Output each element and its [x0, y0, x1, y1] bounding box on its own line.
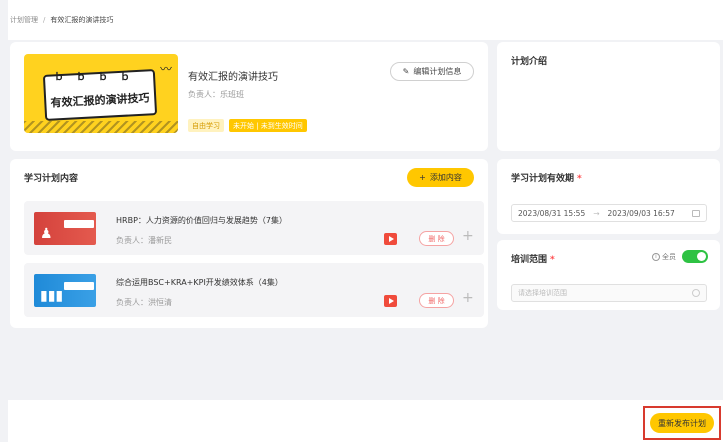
required-mark: * — [577, 174, 582, 184]
tag-learning-mode: 自由学习 — [188, 119, 224, 132]
plan-intro-card: 计划介绍 — [497, 42, 720, 151]
republish-plan-button-highlight[interactable]: 重新发布计划 — [643, 406, 721, 440]
validity-card: 学习计划有效期 * 2023/08/31 15:55 → 2023/09/03 1… — [497, 159, 720, 234]
scope-placeholder: 请选择培训范围 — [518, 289, 567, 297]
cover-rings-icon: ｂｂｂｂ — [54, 72, 142, 83]
calendar-icon — [692, 209, 700, 217]
delete-course-button[interactable]: 删 除 — [419, 231, 454, 246]
delete-course-button[interactable]: 删 除 — [419, 293, 454, 308]
breadcrumb-parent[interactable]: 计划管理 — [10, 15, 38, 25]
course-owner: 负责人：洪恒清 — [116, 298, 172, 307]
intro-title: 计划介绍 — [511, 57, 548, 67]
video-icon — [384, 295, 397, 307]
range-arrow: → — [593, 208, 600, 218]
edit-plan-button[interactable]: ✎ 编辑计划信息 — [390, 62, 474, 81]
all-staff-label: i 全员 — [652, 252, 676, 262]
plan-info-card: 〰 ｂｂｂｂ 有效汇报的演讲技巧 有效汇报的演讲技巧 负责人：乐班班 自由学习 … — [10, 42, 488, 151]
scope-title: 培训范围 * — [511, 252, 555, 265]
end-date: 2023/09/03 16:57 — [607, 208, 675, 218]
plan-title: 有效汇报的演讲技巧 — [188, 72, 278, 83]
scope-card: 培训范围 * i 全员 请选择培训范围 — [497, 240, 720, 310]
tag-status: 未开始 | 未到生效时间 — [229, 119, 307, 132]
edit-icon: ✎ — [402, 67, 410, 76]
course-name[interactable]: HRBP：人力资源的价值回归与发展趋势（7集） — [116, 215, 287, 226]
plan-cover-image: 〰 ｂｂｂｂ 有效汇报的演讲技巧 — [24, 54, 178, 133]
bar-chart-icon: ▮▮▮ — [40, 288, 64, 304]
wave-icon: 〰 — [159, 62, 172, 76]
plus-icon[interactable]: + — [462, 290, 474, 306]
republish-plan-button[interactable]: 重新发布计划 — [650, 413, 714, 433]
course-owner: 负责人：潘新民 — [116, 236, 172, 245]
clear-icon — [692, 289, 700, 297]
presenter-figure-icon: ♟ — [40, 226, 53, 242]
plus-icon[interactable]: + — [462, 228, 474, 244]
plan-owner: 负责人：乐班班 — [188, 90, 244, 99]
plan-content-card: 学习计划内容 + 添加内容 ♟ HRBP：人力资源的价值回归与发展趋势（7集） … — [10, 159, 488, 328]
course-item[interactable]: ▮▮▮ 综合运用BSC+KRA+KPI开发绩效体系（4集） 负责人：洪恒清 删 … — [24, 263, 484, 317]
thumb-label-block — [64, 220, 94, 228]
thumb-label-block — [64, 282, 94, 290]
content-title: 学习计划内容 — [24, 174, 79, 184]
all-staff-text: 全员 — [662, 253, 676, 261]
add-content-label: 添加内容 — [429, 173, 462, 182]
all-staff-toggle[interactable] — [682, 250, 708, 263]
course-thumbnail: ♟ — [34, 212, 96, 245]
scope-title-text: 培训范围 — [511, 255, 548, 265]
breadcrumb-separator: / — [43, 16, 46, 24]
validity-title-text: 学习计划有效期 — [511, 174, 575, 184]
start-date: 2023/08/31 15:55 — [518, 208, 586, 218]
footer-bar — [8, 400, 723, 442]
cover-stripes — [24, 121, 178, 133]
add-content-button[interactable]: + 添加内容 — [407, 168, 474, 187]
required-mark: * — [550, 255, 555, 265]
breadcrumb: 计划管理 / 有效汇报的演讲技巧 — [8, 0, 723, 40]
date-range-picker[interactable]: 2023/08/31 15:55 → 2023/09/03 16:57 — [511, 204, 707, 222]
video-icon — [384, 233, 397, 245]
course-item[interactable]: ♟ HRBP：人力资源的价值回归与发展趋势（7集） 负责人：潘新民 删 除 + — [24, 201, 484, 255]
plus-icon: + — [419, 173, 426, 182]
edit-plan-label: 编辑计划信息 — [413, 67, 462, 76]
course-thumbnail: ▮▮▮ — [34, 274, 96, 307]
course-name[interactable]: 综合运用BSC+KRA+KPI开发绩效体系（4集） — [116, 277, 283, 288]
info-icon: i — [652, 253, 660, 261]
scope-select[interactable]: 请选择培训范围 — [511, 284, 707, 302]
breadcrumb-current: 有效汇报的演讲技巧 — [50, 16, 114, 24]
validity-title: 学习计划有效期 * — [511, 171, 582, 184]
